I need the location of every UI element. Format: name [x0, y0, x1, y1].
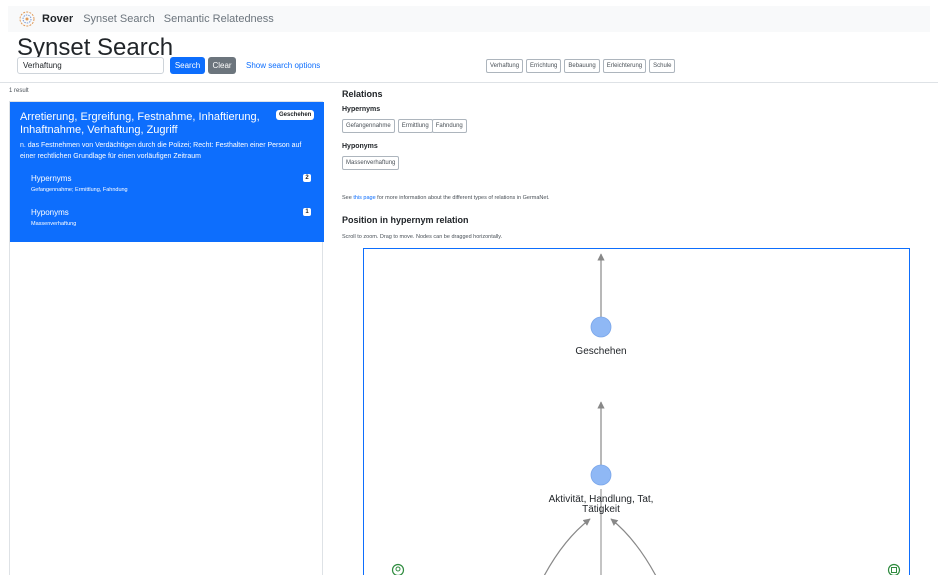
result-count: 1 result [9, 88, 29, 94]
relation-name: Hyponyms [31, 208, 69, 217]
position-title: Position in hypernym relation [342, 215, 469, 225]
info-prefix: See [342, 195, 354, 201]
search-input[interactable] [17, 57, 164, 74]
hypernym-graph[interactable]: Geschehen Aktivität, Handlung, Tat, Täti… [363, 248, 910, 575]
relations-info-link[interactable]: this page [353, 195, 375, 201]
graph-node[interactable] [590, 464, 612, 486]
divider [0, 82, 938, 83]
rover-logo-icon [19, 11, 35, 27]
info-suffix: for more information about the different… [375, 195, 550, 201]
show-search-options-link[interactable]: Show search options [246, 61, 320, 70]
clear-button[interactable]: Clear [208, 57, 236, 74]
hyponym-chip[interactable]: Massenverhaftung [342, 156, 400, 170]
result-card[interactable]: Arretierung, Ergreifung, Festnahme, Inha… [10, 102, 324, 242]
relation-items: Massenverhaftung [31, 221, 77, 227]
hypernyms-label: Hypernyms [342, 106, 381, 113]
result-relation-hyponyms[interactable]: Hyponyms 1 Massenverhaftung [31, 208, 311, 227]
hyponyms-label: Hyponyms [342, 143, 378, 150]
history-chip[interactable]: Bebauung [564, 59, 600, 73]
relation-count-badge: 1 [303, 208, 311, 216]
brand-link[interactable]: Rover [42, 13, 73, 25]
navbar: Rover Synset Search Semantic Relatedness [8, 6, 930, 32]
relation-name: Hypernyms [31, 174, 72, 183]
relation-count-badge: 2 [303, 174, 311, 182]
graph-node-label: Tätigkeit [582, 504, 620, 515]
reset-view-icon[interactable] [887, 563, 901, 575]
relations-title: Relations [342, 89, 383, 99]
nav-link-synset-search[interactable]: Synset Search [83, 13, 155, 25]
hypernym-chip[interactable]: Gefangennahme [342, 119, 395, 133]
history-chip[interactable]: Schule [649, 59, 676, 73]
hyponym-chips: Massenverhaftung [342, 156, 400, 170]
graph-node[interactable] [590, 316, 612, 338]
search-history: Verhaftung Errichtung Bebauung Erleichte… [486, 59, 676, 73]
nav-link-semantic-relatedness[interactable]: Semantic Relatedness [164, 13, 274, 25]
relation-items: Gefangennahme; Ermittlung, Fahndung [31, 187, 128, 193]
history-chip[interactable]: Erleichterung [602, 59, 647, 73]
results-list: Arretierung, Ergreifung, Festnahme, Inha… [9, 101, 324, 575]
history-chip[interactable]: Errichtung [526, 59, 562, 73]
hypernym-chip[interactable]: Ermittlung [397, 119, 433, 133]
hypernym-chips: Gefangennahme Ermittlung Fahndung [342, 119, 467, 133]
search-button[interactable]: Search [170, 57, 205, 74]
hypernym-graph-svg[interactable]: Geschehen Aktivität, Handlung, Tat, Täti… [364, 249, 910, 575]
category-badge: Geschehen [276, 110, 315, 120]
result-title: Arretierung, Ergreifung, Festnahme, Inha… [20, 111, 260, 136]
graph-edge [543, 518, 591, 575]
zoom-in-icon[interactable] [391, 563, 405, 575]
graph-edge [610, 518, 657, 575]
history-chip[interactable]: Verhaftung [486, 59, 524, 73]
relations-info: See this page for more information about… [342, 195, 550, 201]
hypernym-chip[interactable]: Fahndung [431, 119, 467, 133]
result-relation-hypernyms[interactable]: Hypernyms 2 Gefangennahme; Ermittlung, F… [31, 174, 311, 193]
graph-hint: Scroll to zoom. Drag to move. Nodes can … [342, 234, 503, 240]
graph-node-label: Geschehen [575, 346, 626, 357]
result-definition: n. das Festnehmen von Verdächtigen durch… [20, 142, 302, 160]
